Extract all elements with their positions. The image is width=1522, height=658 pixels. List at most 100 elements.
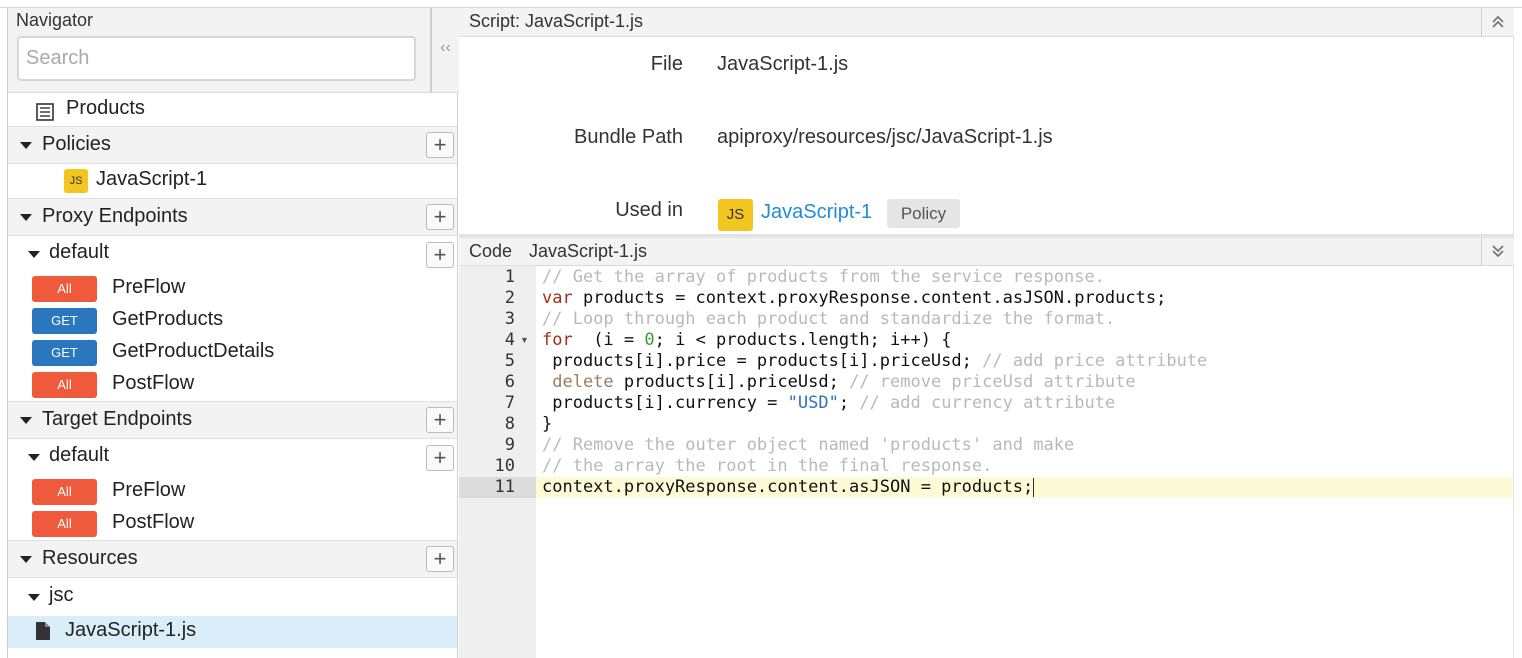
section-policies[interactable]: Policies + xyxy=(8,126,457,164)
endpoint-label: default xyxy=(49,241,110,263)
section-resources[interactable]: Resources + xyxy=(8,540,457,578)
collapse-up-icon[interactable] xyxy=(1481,8,1514,37)
line-number: 4 xyxy=(504,330,515,350)
flow-item[interactable]: GET GetProducts xyxy=(8,305,457,337)
code-line: context.proxyResponse.content.asJSON = p… xyxy=(542,477,1035,497)
caret-down-icon[interactable] xyxy=(20,417,32,424)
caret-down-icon[interactable] xyxy=(20,142,32,149)
add-policy-button[interactable]: + xyxy=(426,132,454,158)
resource-folder-jsc[interactable]: jsc xyxy=(8,580,457,616)
line-number: 6 xyxy=(504,372,515,392)
line-number: 2 xyxy=(504,288,515,308)
verb-badge: GET xyxy=(32,308,97,334)
script-info: File JavaScript-1.js Bundle Path apiprox… xyxy=(459,37,1514,234)
verb-badge: All xyxy=(32,276,97,302)
collapse-navigator-button[interactable]: ‹‹ xyxy=(430,8,459,93)
folder-label: jsc xyxy=(49,584,74,606)
script-panel-title: Script: JavaScript-1.js xyxy=(469,11,644,31)
section-label: Resources xyxy=(42,547,138,569)
list-icon xyxy=(36,103,54,121)
javascript-icon: JS xyxy=(718,199,753,231)
endpoint-label: default xyxy=(49,444,110,466)
caret-down-icon[interactable] xyxy=(28,594,40,601)
section-label: Policies xyxy=(42,133,111,155)
policy-tag: Policy xyxy=(887,199,960,228)
line-number: 8 xyxy=(504,414,515,434)
products-item[interactable]: Products xyxy=(8,94,457,130)
search-input[interactable] xyxy=(17,36,416,81)
flow-label: PostFlow xyxy=(112,372,195,394)
bundle-path-label: Bundle Path xyxy=(574,126,683,148)
caret-down-icon[interactable] xyxy=(28,251,40,258)
line-number: 5 xyxy=(504,351,515,371)
file-field-value: JavaScript-1.js xyxy=(717,53,849,75)
caret-down-icon[interactable] xyxy=(28,454,40,461)
file-label: JavaScript-1.js xyxy=(65,619,197,641)
flow-item[interactable]: All PreFlow xyxy=(8,476,457,508)
section-target-endpoints[interactable]: Target Endpoints + xyxy=(8,401,457,439)
flow-label: PreFlow xyxy=(112,479,186,501)
file-field-label: File xyxy=(650,53,683,75)
policy-label: JavaScript-1 xyxy=(96,168,208,190)
line-number: 11 xyxy=(494,477,515,497)
bundle-path-value: apiproxy/resources/jsc/JavaScript-1.js xyxy=(717,126,1053,148)
verb-badge: All xyxy=(32,372,97,398)
target-default-item[interactable]: default + xyxy=(8,440,457,476)
code-line: var products = context.proxyResponse.con… xyxy=(542,288,1167,308)
line-number: 7 xyxy=(504,393,515,413)
code-line: products[i].currency = "USD"; // add cur… xyxy=(542,393,1116,413)
add-flow-button[interactable]: + xyxy=(426,445,454,471)
resource-file-item[interactable]: JavaScript-1.js xyxy=(8,616,457,648)
code-line: // Loop through each product and standar… xyxy=(542,309,1116,329)
code-label: Code xyxy=(469,241,513,261)
code-line: delete products[i].priceUsd; // remove p… xyxy=(542,372,1136,392)
line-number: 10 xyxy=(494,456,515,476)
line-number: 9 xyxy=(504,435,515,455)
expand-down-icon[interactable] xyxy=(1481,238,1514,266)
navigator-panel: Navigator ‹‹ Products Policies + JS Java… xyxy=(7,8,459,658)
flow-item[interactable]: All PostFlow xyxy=(8,369,457,401)
add-target-endpoint-button[interactable]: + xyxy=(426,407,454,433)
used-in-label: Used in xyxy=(615,199,683,221)
fold-toggle-icon[interactable]: ▼ xyxy=(520,335,529,345)
add-proxy-endpoint-button[interactable]: + xyxy=(426,204,454,230)
flow-label: PreFlow xyxy=(112,276,186,298)
add-resource-button[interactable]: + xyxy=(426,546,454,572)
code-line: products[i].price = products[i].priceUsd… xyxy=(542,351,1208,371)
section-label: Target Endpoints xyxy=(42,408,193,430)
verb-badge: All xyxy=(32,479,97,505)
products-label: Products xyxy=(66,97,145,119)
code-line: // Remove the outer object named 'produc… xyxy=(542,435,1075,455)
flow-item[interactable]: GET GetProductDetails xyxy=(8,337,457,369)
flow-label: GetProducts xyxy=(112,308,224,330)
add-flow-button[interactable]: + xyxy=(426,242,454,268)
section-label: Proxy Endpoints xyxy=(42,205,188,227)
script-panel-header: Script: JavaScript-1.js xyxy=(459,8,1514,37)
text-cursor xyxy=(1033,477,1035,497)
code-line: // the array the root in the final respo… xyxy=(542,456,993,476)
verb-badge: GET xyxy=(32,340,97,366)
flow-item[interactable]: All PostFlow xyxy=(8,508,457,540)
code-line: for (i = 0; i < products.length; i++) { xyxy=(542,330,952,350)
flow-label: PostFlow xyxy=(112,511,195,533)
code-line: // Get the array of products from the se… xyxy=(542,267,1105,287)
policy-link[interactable]: JavaScript-1 xyxy=(761,201,872,224)
flow-label: GetProductDetails xyxy=(112,340,275,362)
caret-down-icon[interactable] xyxy=(20,556,32,563)
navigator-title: Navigator xyxy=(16,10,94,30)
line-number: 1 xyxy=(504,267,515,287)
caret-down-icon[interactable] xyxy=(20,214,32,221)
code-panel-header: Code JavaScript-1.js xyxy=(459,234,1514,266)
top-border xyxy=(0,0,1522,8)
code-line: } xyxy=(542,414,553,434)
proxy-default-item[interactable]: default + xyxy=(8,237,457,273)
section-proxy-endpoints[interactable]: Proxy Endpoints + xyxy=(8,198,457,236)
navigator-header: Navigator xyxy=(8,8,430,93)
flow-item[interactable]: All PreFlow xyxy=(8,273,457,305)
code-editor[interactable]: // Get the array of products from the se… xyxy=(536,266,1514,658)
file-icon xyxy=(36,622,50,640)
line-number-gutter: 1 2 3 4 ▼ 5 6 7 8 9 10 11 xyxy=(459,266,536,658)
code-filename: JavaScript-1.js xyxy=(529,241,648,261)
policy-item[interactable]: JS JavaScript-1 xyxy=(8,164,457,198)
javascript-icon: JS xyxy=(64,169,88,193)
